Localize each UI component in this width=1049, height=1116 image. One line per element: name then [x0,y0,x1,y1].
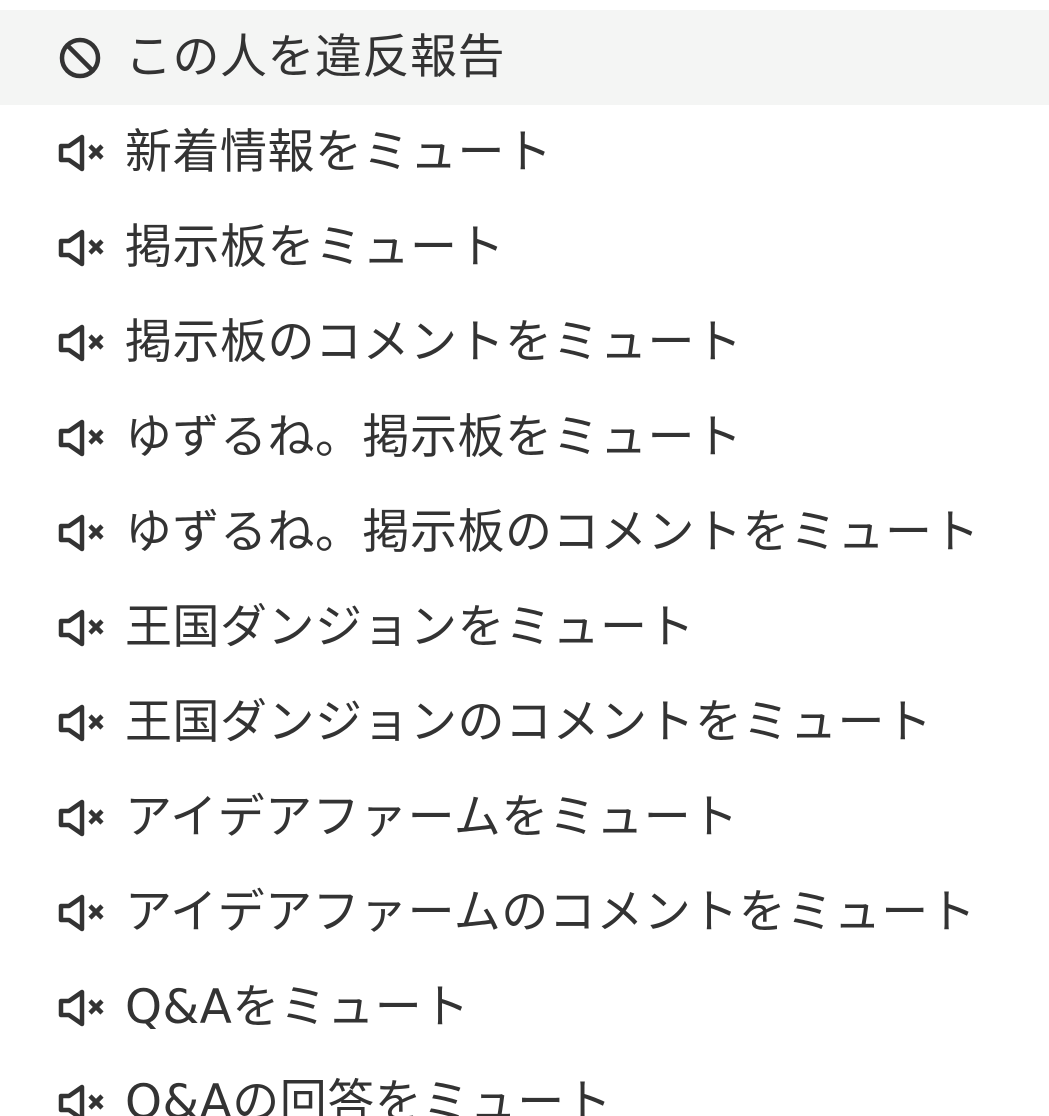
menu-item-label: 掲示板をミュート [125,220,505,275]
report-user-label: この人を違反報告 [125,30,505,85]
mute-qa-answers-menu-item[interactable]: Q&Aの回答をミュート [0,1055,1049,1116]
mute-dungeon-menu-item[interactable]: 王国ダンジョンをミュート [0,580,1049,675]
mute-ideafarm-menu-item[interactable]: アイデアファームをミュート [0,770,1049,865]
report-user-menu-item[interactable]: この人を違反報告 [0,10,1049,105]
mute-icon [57,128,125,178]
mute-yuzurune-board-menu-item[interactable]: ゆずるね。掲示板をミュート [0,390,1049,485]
mute-icon [57,508,125,558]
menu-item-label: Q&Aの回答をミュート [125,1075,613,1116]
menu-item-label: 新着情報をミュート [125,125,553,180]
mute-icon [57,793,125,843]
mute-icon [57,1078,125,1116]
menu-item-label: 王国ダンジョンのコメントをミュート [125,695,933,750]
mute-ideafarm-comments-menu-item[interactable]: アイデアファームのコメントをミュート [0,865,1049,960]
mute-icon [57,603,125,653]
menu-item-label: 王国ダンジョンをミュート [125,600,695,655]
mute-icon [57,223,125,273]
menu-item-label: アイデアファームのコメントをミュート [125,885,977,940]
menu-item-label: Q&Aをミュート [125,980,470,1035]
menu-item-label: 掲示板のコメントをミュート [125,315,743,370]
user-action-menu: この人を違反報告 新着情報をミュート 掲示板をミュート 掲示板のコメントをミュー… [0,10,1049,1116]
menu-item-label: ゆずるね。掲示板のコメントをミュート [125,505,980,560]
mute-icon [57,413,125,463]
menu-item-label: アイデアファームをミュート [125,790,739,845]
mute-icon [57,698,125,748]
mute-dungeon-comments-menu-item[interactable]: 王国ダンジョンのコメントをミュート [0,675,1049,770]
mute-yuzurune-comments-menu-item[interactable]: ゆずるね。掲示板のコメントをミュート [0,485,1049,580]
menu-item-label: ゆずるね。掲示板をミュート [125,410,743,465]
ban-icon [57,33,125,83]
mute-board-menu-item[interactable]: 掲示板をミュート [0,200,1049,295]
mute-news-menu-item[interactable]: 新着情報をミュート [0,105,1049,200]
mute-icon [57,888,125,938]
mute-board-comments-menu-item[interactable]: 掲示板のコメントをミュート [0,295,1049,390]
mute-qa-menu-item[interactable]: Q&Aをミュート [0,960,1049,1055]
mute-icon [57,983,125,1033]
top-strip [0,0,1049,10]
mute-icon [57,318,125,368]
